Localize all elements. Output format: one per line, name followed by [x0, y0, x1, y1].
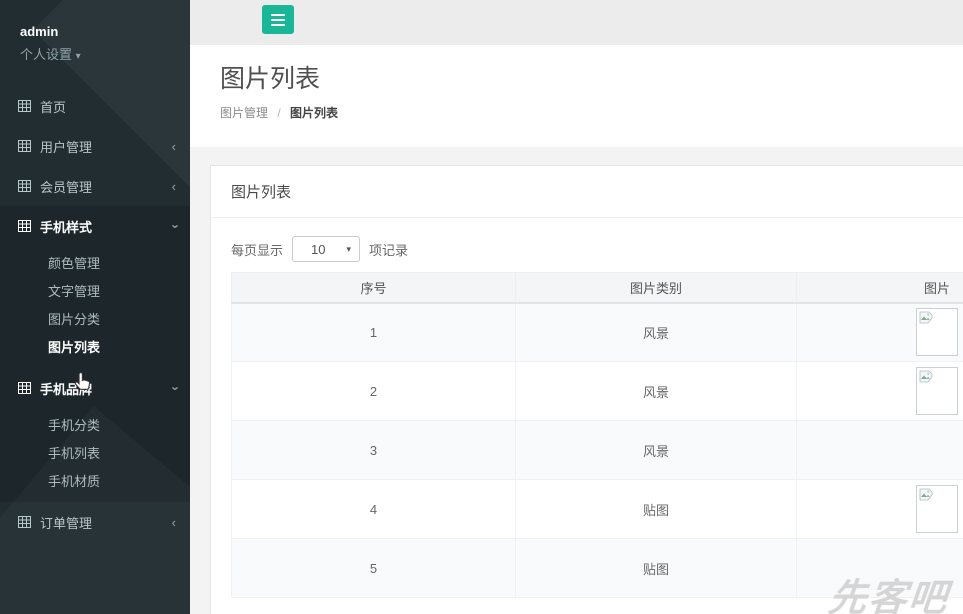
content-body: 图片列表 每页显示 10 ▾ 项记录 序号 图片类别 — [190, 147, 963, 614]
sidebar-item-members[interactable]: 会员管理 — [0, 166, 190, 206]
cell-image — [797, 362, 963, 421]
user-settings-dropdown[interactable]: 个人设置 ▾ — [20, 44, 190, 63]
sidebar-item-label: 首页 — [40, 97, 66, 116]
sidebar-item-label: 手机品牌 — [40, 379, 92, 398]
cell-index: 3 — [232, 421, 516, 480]
breadcrumb-separator: / — [277, 106, 280, 120]
chevron-left-icon — [172, 515, 176, 530]
username: admin — [20, 24, 190, 39]
cell-image — [797, 303, 963, 362]
table-row: 4 贴图 — [232, 480, 963, 539]
table-grid-icon — [18, 382, 31, 394]
column-header-image[interactable]: 图片 — [797, 273, 963, 303]
cell-category: 风景 — [516, 303, 797, 362]
submenu-phone-style: 颜色管理 文字管理 图片分类 图片列表 — [0, 246, 190, 368]
cell-index: 4 — [232, 480, 516, 539]
sidebar-item-image-list[interactable]: 图片列表 — [0, 334, 190, 362]
table-grid-icon — [18, 100, 31, 112]
cell-index: 1 — [232, 303, 516, 362]
table-grid-icon — [18, 140, 31, 152]
cell-category: 风景 — [516, 421, 797, 480]
table-grid-icon — [18, 180, 31, 192]
sidebar-item-phone-style[interactable]: 手机样式 — [0, 206, 190, 246]
image-list-panel: 图片列表 每页显示 10 ▾ 项记录 序号 图片类别 — [210, 165, 963, 614]
content-header: 图片列表 图片管理 / 图片列表 — [190, 45, 963, 147]
hamburger-icon — [271, 19, 285, 21]
sidebar-item-label: 订单管理 — [40, 513, 92, 532]
treeview-phone-brand: 手机品牌 手机分类 手机列表 手机材质 — [0, 368, 190, 502]
sidebar-item-orders[interactable]: 订单管理 — [0, 502, 190, 542]
treeview-phone-style: 手机样式 颜色管理 文字管理 图片分类 图片列表 — [0, 206, 190, 368]
sidebar-toggle-button[interactable] — [262, 5, 294, 34]
user-panel: admin 个人设置 ▾ — [0, 0, 190, 66]
caret-down-icon: ▾ — [76, 51, 81, 62]
sidebar-item-label: 手机样式 — [40, 217, 92, 236]
cell-image — [797, 539, 963, 598]
page-size-suffix: 项记录 — [369, 240, 408, 259]
page-size-control: 每页显示 10 ▾ 项记录 — [231, 236, 963, 262]
sidebar-item-home[interactable]: 首页 — [0, 86, 190, 126]
broken-image-icon — [916, 485, 958, 533]
breadcrumb-current: 图片列表 — [290, 106, 338, 120]
column-header-index[interactable]: 序号 — [232, 273, 516, 303]
table-grid-icon — [18, 220, 31, 232]
panel-body: 每页显示 10 ▾ 项记录 序号 图片类别 图片 — [211, 218, 963, 614]
sidebar-item-phone-brand[interactable]: 手机品牌 — [0, 368, 190, 408]
chevron-down-icon — [172, 381, 176, 396]
broken-image-icon — [916, 367, 958, 415]
cell-category: 贴图 — [516, 480, 797, 539]
page-size-prefix: 每页显示 — [231, 240, 283, 259]
cell-index: 5 — [232, 539, 516, 598]
cell-category: 贴图 — [516, 539, 797, 598]
main-area: 图片列表 图片管理 / 图片列表 图片列表 每页显示 10 ▾ 项记录 — [190, 0, 963, 614]
table-row: 3 风景 — [232, 421, 963, 480]
table-row: 2 风景 — [232, 362, 963, 421]
panel-title: 图片列表 — [211, 166, 963, 218]
table-row: 5 贴图 — [232, 539, 963, 598]
sidebar-item-users[interactable]: 用户管理 — [0, 126, 190, 166]
table-header-row: 序号 图片类别 图片 — [232, 273, 963, 303]
breadcrumb-parent[interactable]: 图片管理 — [220, 106, 268, 120]
caret-down-icon: ▾ — [346, 244, 351, 255]
cell-index: 2 — [232, 362, 516, 421]
sidebar-item-phone-list[interactable]: 手机列表 — [0, 440, 190, 468]
sidebar-item-text-mgmt[interactable]: 文字管理 — [0, 278, 190, 306]
chevron-down-icon — [172, 219, 176, 234]
sidebar-item-phone-category[interactable]: 手机分类 — [0, 412, 190, 440]
breadcrumb: 图片管理 / 图片列表 — [220, 104, 963, 121]
sidebar-item-color-mgmt[interactable]: 颜色管理 — [0, 250, 190, 278]
sidebar-menu: 首页 用户管理 会员管理 手机样式 颜色 — [0, 86, 190, 542]
submenu-phone-brand: 手机分类 手机列表 手机材质 — [0, 408, 190, 502]
hamburger-icon — [271, 14, 285, 16]
image-list-table: 序号 图片类别 图片 1 风景 — [231, 272, 963, 598]
sidebar: admin 个人设置 ▾ 首页 用户管理 会员管理 — [0, 0, 190, 614]
user-settings-label: 个人设置 — [20, 47, 72, 62]
cell-image — [797, 421, 963, 480]
page-title: 图片列表 — [220, 59, 963, 95]
page-size-select[interactable]: 10 ▾ — [292, 236, 360, 262]
sidebar-item-image-category[interactable]: 图片分类 — [0, 306, 190, 334]
table-grid-icon — [18, 516, 31, 528]
cell-category: 风景 — [516, 362, 797, 421]
sidebar-item-label: 会员管理 — [40, 177, 92, 196]
cell-image — [797, 480, 963, 539]
chevron-left-icon — [172, 179, 176, 194]
page-size-value: 10 — [311, 242, 325, 257]
chevron-left-icon — [172, 139, 176, 154]
sidebar-item-label: 用户管理 — [40, 137, 92, 156]
top-navbar — [190, 0, 963, 45]
sidebar-item-phone-material[interactable]: 手机材质 — [0, 468, 190, 496]
broken-image-icon — [916, 308, 958, 356]
hamburger-icon — [271, 24, 285, 26]
column-header-category[interactable]: 图片类别 — [516, 273, 797, 303]
table-row: 1 风景 — [232, 303, 963, 362]
